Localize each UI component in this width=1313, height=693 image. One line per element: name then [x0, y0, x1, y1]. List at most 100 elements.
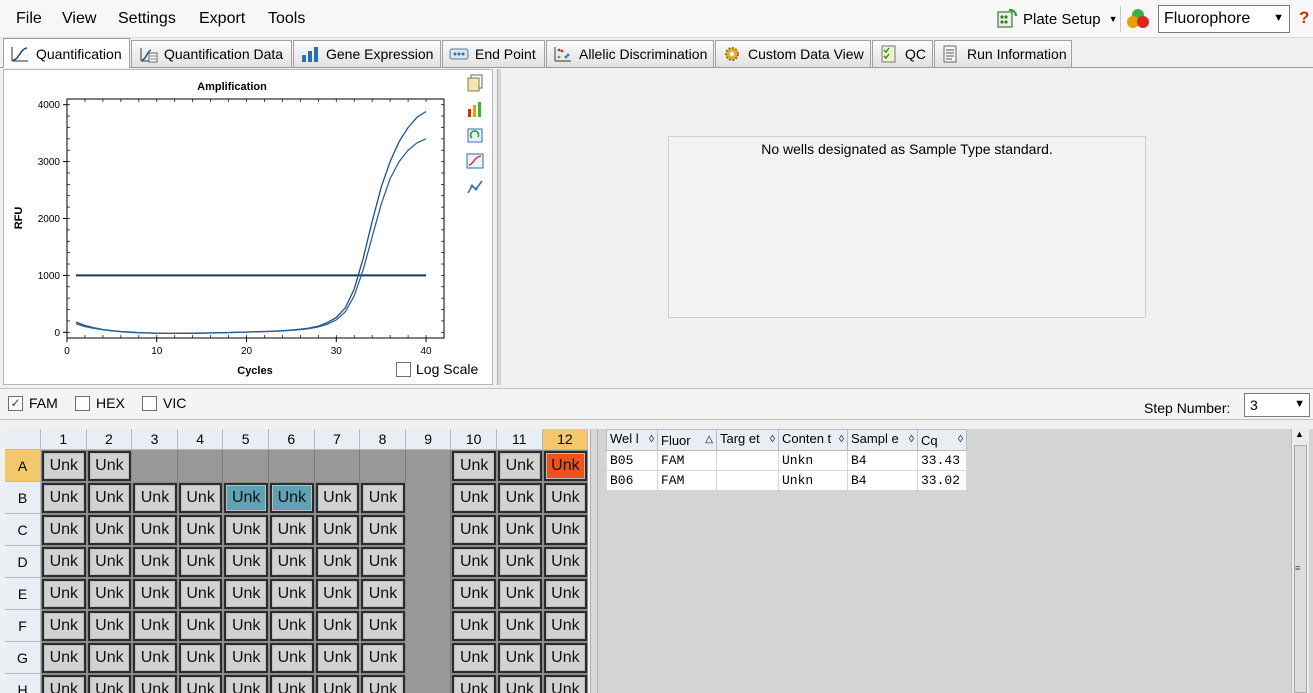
- copy-icon[interactable]: [466, 74, 484, 92]
- menu-export[interactable]: Export: [193, 10, 251, 28]
- plate-well-D12[interactable]: Unk: [543, 547, 588, 577]
- plate-row-header-H[interactable]: H: [5, 674, 41, 693]
- plate-well-F5[interactable]: Unk: [224, 611, 268, 641]
- plate-well-G7[interactable]: Unk: [315, 643, 360, 673]
- plate-well-G1[interactable]: Unk: [42, 643, 86, 673]
- help-icon[interactable]: ?: [1299, 8, 1309, 28]
- plate-well-E7[interactable]: Unk: [315, 579, 360, 609]
- plate-well-C6[interactable]: Unk: [270, 515, 314, 545]
- plate-well-B7[interactable]: Unk: [315, 483, 360, 513]
- plate-well-D10[interactable]: Unk: [452, 547, 496, 577]
- plate-well-F3[interactable]: Unk: [133, 611, 177, 641]
- plate-row-header-D[interactable]: D: [5, 546, 41, 578]
- plate-well-C4[interactable]: Unk: [178, 515, 223, 545]
- plate-well-D6[interactable]: Unk: [270, 547, 314, 577]
- plate-well-A11[interactable]: Unk: [498, 451, 542, 481]
- hex-checkbox[interactable]: [75, 395, 90, 411]
- plate-well-A3[interactable]: [132, 450, 178, 482]
- tab-qc[interactable]: QC: [872, 40, 933, 67]
- plate-well-E5[interactable]: Unk: [224, 579, 268, 609]
- plate-well-C7[interactable]: Unk: [315, 515, 360, 545]
- plate-well-A1[interactable]: Unk: [42, 451, 86, 481]
- plate-well-G4[interactable]: Unk: [178, 643, 223, 673]
- plate-well-F6[interactable]: Unk: [270, 611, 314, 641]
- plate-well-D2[interactable]: Unk: [87, 547, 132, 577]
- plate-row-header-B[interactable]: B: [5, 482, 41, 514]
- plate-well-H12[interactable]: Unk: [543, 675, 588, 693]
- plate-well-G9[interactable]: [405, 642, 452, 674]
- refresh-icon[interactable]: [466, 126, 484, 144]
- plate-well-D11[interactable]: Unk: [498, 547, 542, 577]
- plate-row-header-C[interactable]: C: [5, 514, 41, 546]
- plate-well-A7[interactable]: [314, 450, 361, 482]
- tab-allelic-discrimination[interactable]: Allelic Discrimination: [546, 40, 714, 67]
- plate-well-C8[interactable]: Unk: [361, 515, 405, 545]
- plate-column-header-10[interactable]: 10: [451, 429, 497, 450]
- plate-well-D1[interactable]: Unk: [42, 547, 86, 577]
- plate-well-E11[interactable]: Unk: [498, 579, 542, 609]
- plate-well-B3[interactable]: Unk: [133, 483, 177, 513]
- plate-well-G10[interactable]: Unk: [452, 643, 496, 673]
- plate-well-H4[interactable]: Unk: [178, 675, 223, 693]
- plate-well-G11[interactable]: Unk: [498, 643, 542, 673]
- plate-well-A8[interactable]: [360, 450, 406, 482]
- plate-column-header-6[interactable]: 6: [269, 429, 315, 450]
- plate-column-header-5[interactable]: 5: [223, 429, 269, 450]
- plate-column-header-11[interactable]: 11: [497, 429, 543, 450]
- plate-setup-button[interactable]: Plate Setup ▼: [995, 6, 1117, 32]
- plate-well-F10[interactable]: Unk: [452, 611, 496, 641]
- plate-well-H9[interactable]: [405, 674, 452, 693]
- plate-well-H7[interactable]: Unk: [315, 675, 360, 693]
- panel-splitter[interactable]: [590, 429, 598, 693]
- fluor-vic-toggle[interactable]: VIC: [142, 395, 186, 411]
- plate-well-F2[interactable]: Unk: [87, 611, 132, 641]
- plate-well-H2[interactable]: Unk: [87, 675, 132, 693]
- plate-well-A9[interactable]: [405, 450, 452, 482]
- plate-column-header-7[interactable]: 7: [314, 429, 361, 450]
- plate-well-A5[interactable]: [223, 450, 269, 482]
- plate-well-F8[interactable]: Unk: [361, 611, 405, 641]
- plate-well-A12[interactable]: Unk: [543, 451, 588, 481]
- plate-well-D5[interactable]: Unk: [224, 547, 268, 577]
- fluorophore-select[interactable]: Fluorophore ▼: [1158, 5, 1290, 33]
- plate-well-E10[interactable]: Unk: [452, 579, 496, 609]
- plate-well-H10[interactable]: Unk: [452, 675, 496, 693]
- tab-custom-data-view[interactable]: Custom Data View: [715, 40, 871, 67]
- plate-well-C3[interactable]: Unk: [133, 515, 177, 545]
- menu-view[interactable]: View: [56, 10, 102, 28]
- plate-well-D7[interactable]: Unk: [315, 547, 360, 577]
- fluor-hex-toggle[interactable]: HEX: [75, 395, 125, 411]
- plate-well-C12[interactable]: Unk: [543, 515, 588, 545]
- tab-quantification[interactable]: Quantification: [3, 38, 130, 68]
- plate-well-A4[interactable]: [177, 450, 224, 482]
- plate-well-D3[interactable]: Unk: [133, 547, 177, 577]
- plate-row-header-G[interactable]: G: [5, 642, 41, 674]
- tab-end-point[interactable]: End Point: [442, 40, 545, 67]
- plate-well-B12[interactable]: Unk: [543, 483, 588, 513]
- plate-well-C9[interactable]: [405, 514, 452, 546]
- col-header-cq[interactable]: Cq ◊: [917, 429, 967, 451]
- plate-well-G3[interactable]: Unk: [133, 643, 177, 673]
- plate-well-G6[interactable]: Unk: [270, 643, 314, 673]
- plate-well-B2[interactable]: Unk: [87, 483, 132, 513]
- plate-well-H11[interactable]: Unk: [498, 675, 542, 693]
- plate-well-F11[interactable]: Unk: [498, 611, 542, 641]
- plate-well-B1[interactable]: Unk: [42, 483, 86, 513]
- table-row[interactable]: B05 FAM Unkn B4 33.43: [606, 450, 967, 471]
- col-header-well[interactable]: Wel l ◊: [606, 429, 658, 451]
- plate-well-C10[interactable]: Unk: [452, 515, 496, 545]
- plate-well-G8[interactable]: Unk: [361, 643, 405, 673]
- fluor-fam-toggle[interactable]: ✓ FAM: [8, 395, 58, 411]
- fam-checkbox[interactable]: ✓: [8, 395, 23, 411]
- plate-well-H3[interactable]: Unk: [133, 675, 177, 693]
- plate-well-E12[interactable]: Unk: [543, 579, 588, 609]
- plate-well-E8[interactable]: Unk: [361, 579, 405, 609]
- plate-well-C2[interactable]: Unk: [87, 515, 132, 545]
- plate-well-F12[interactable]: Unk: [543, 611, 588, 641]
- plate-well-B6[interactable]: Unk: [270, 483, 314, 513]
- plate-well-B5[interactable]: Unk: [224, 483, 268, 513]
- menu-settings[interactable]: Settings: [112, 10, 182, 28]
- plate-well-F7[interactable]: Unk: [315, 611, 360, 641]
- vic-checkbox[interactable]: [142, 395, 157, 411]
- amplification-chart[interactable]: 0 10 20 30 40 0 1000 2000 3000 4000 Amplification…: [4, 70, 464, 382]
